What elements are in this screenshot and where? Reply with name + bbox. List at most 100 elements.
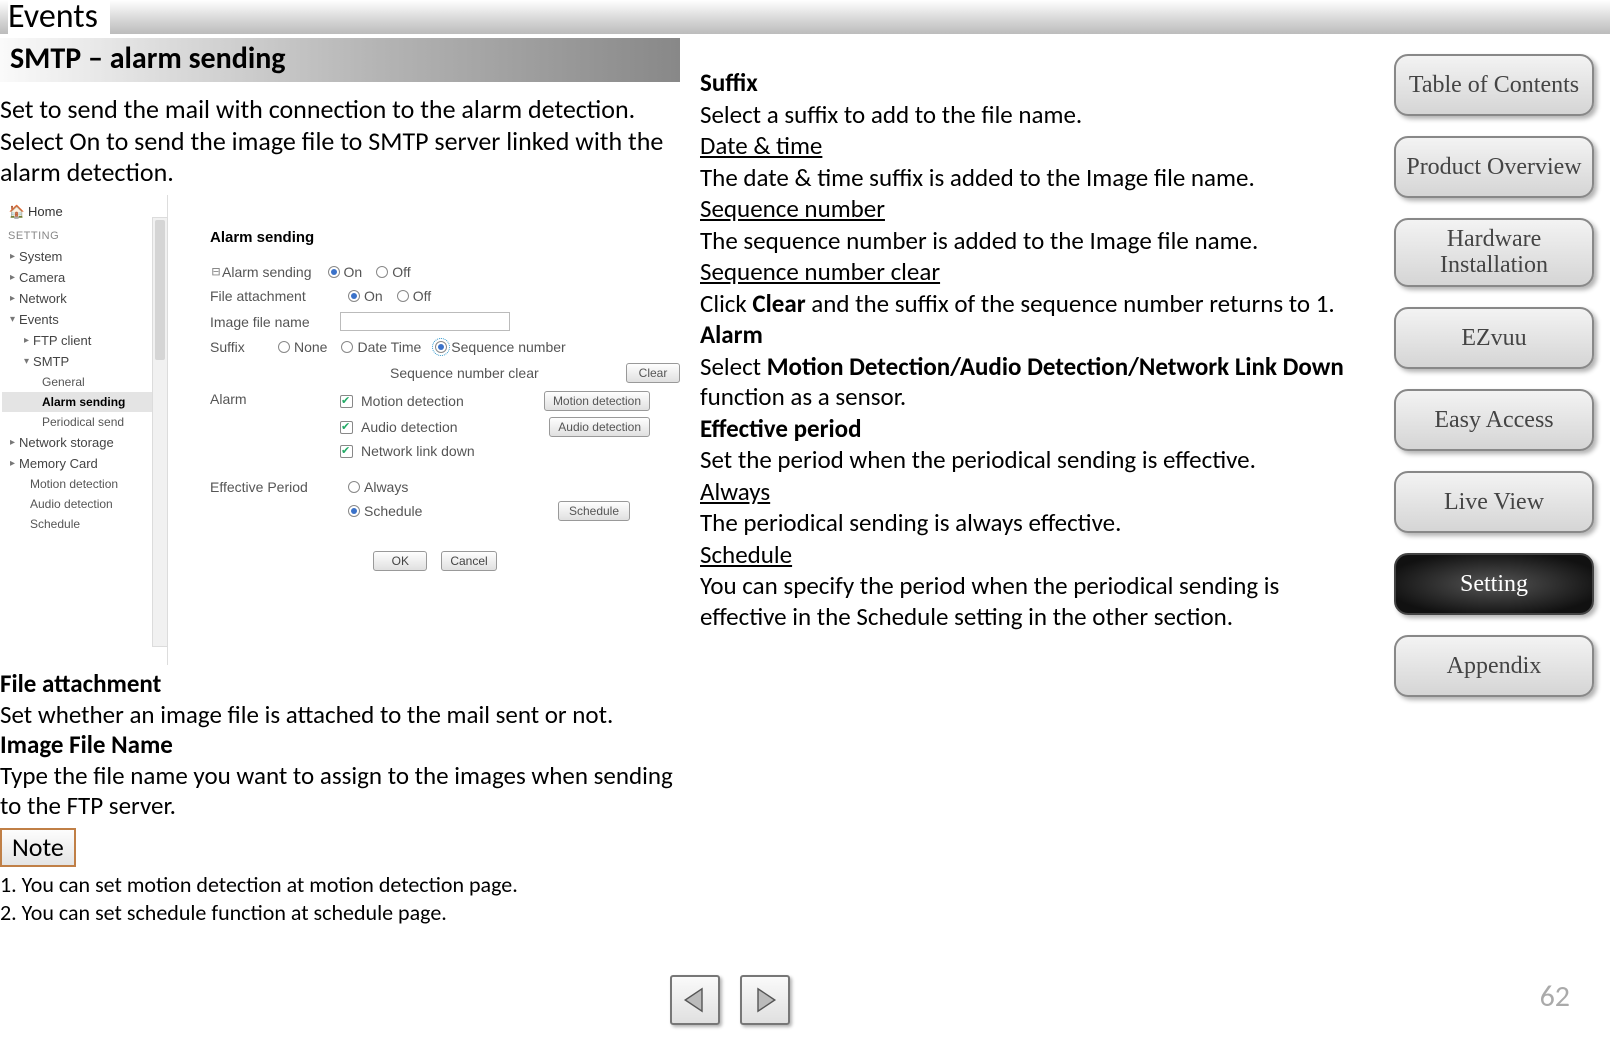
on-label-2: On xyxy=(364,288,383,304)
image-file-name-text: Type the file name you want to assign to… xyxy=(0,761,680,822)
suffix-none-radio[interactable] xyxy=(278,341,290,353)
nav-product-overview[interactable]: Product Overview xyxy=(1394,136,1594,198)
tree-alarm-sending[interactable]: Alarm sending xyxy=(2,392,165,412)
note-1: 1. You can set motion detection at motio… xyxy=(0,871,680,899)
tree-schedule[interactable]: Schedule xyxy=(2,514,165,534)
nav-ezvuu[interactable]: EZvuu xyxy=(1394,307,1594,369)
motion-detection-button[interactable]: Motion detection xyxy=(544,391,650,411)
nav-toc[interactable]: Table of Contents xyxy=(1394,54,1594,116)
alarm-heading: Alarm xyxy=(700,320,1360,351)
netlink-label: Network link down xyxy=(361,443,475,459)
clear-button[interactable]: Clear xyxy=(626,363,680,383)
suffix-seq-radio[interactable] xyxy=(435,341,447,353)
file-attach-off-radio[interactable] xyxy=(397,290,409,302)
file-attachment-text: Set whether an image file is attached to… xyxy=(0,700,680,731)
suffix-datetime-radio[interactable] xyxy=(341,341,353,353)
tree-general[interactable]: General xyxy=(2,372,165,392)
cancel-button[interactable]: Cancel xyxy=(441,551,496,571)
collapse-icon[interactable]: ⊟ xyxy=(210,264,222,280)
tree-periodical[interactable]: Periodical send xyxy=(2,412,165,432)
tree-home[interactable]: 🏠 Home xyxy=(2,201,165,222)
schedule-radio[interactable] xyxy=(348,505,360,517)
tree-events[interactable]: ▾Events xyxy=(2,309,165,330)
file-attachment-label: File attachment xyxy=(210,288,340,304)
off-label-2: Off xyxy=(413,288,431,304)
chevron-right-icon: ▸ xyxy=(10,437,15,448)
always-radio[interactable] xyxy=(348,481,360,493)
alarm-sending-label: Alarm sending xyxy=(222,264,312,280)
schedule-text: You can specify the period when the peri… xyxy=(700,571,1360,632)
suffix-seq-label: Sequence number xyxy=(451,339,565,355)
home-icon: 🏠 xyxy=(10,205,24,219)
effective-period-heading: Effective period xyxy=(700,414,1360,445)
tree-motion-det[interactable]: Motion detection xyxy=(2,474,165,494)
pane-title: Alarm sending xyxy=(210,229,660,246)
alarm-label: Alarm xyxy=(210,391,340,407)
note-button[interactable]: Note xyxy=(0,828,76,868)
tree-audio-det[interactable]: Audio detection xyxy=(2,494,165,514)
chevron-right-icon: ▸ xyxy=(10,458,15,469)
tree-network-label: Network xyxy=(19,291,67,306)
seqnum-text: The sequence number is added to the Imag… xyxy=(700,226,1360,257)
seqclear-subheading: Sequence number clear xyxy=(700,257,940,288)
always-label: Always xyxy=(364,479,408,495)
seqclear-text: Click Clear and the suffix of the sequen… xyxy=(700,289,1360,320)
tree-system-label: System xyxy=(19,249,62,264)
file-attach-on-radio[interactable] xyxy=(348,290,360,302)
audio-checkbox[interactable] xyxy=(340,421,353,434)
suffix-label: Suffix xyxy=(210,339,270,355)
suffix-datetime-label: Date Time xyxy=(357,339,421,355)
chevron-right-icon: ▸ xyxy=(24,335,29,346)
nav-appendix[interactable]: Appendix xyxy=(1394,635,1594,697)
section-header: SMTP – alarm sending xyxy=(0,38,680,82)
chevron-down-icon: ▾ xyxy=(10,314,15,325)
datetime-text: The date & time suffix is added to the I… xyxy=(700,163,1360,194)
tree-camera-label: Camera xyxy=(19,270,65,285)
chevron-right-icon: ▸ xyxy=(10,293,15,304)
schedule-button[interactable]: Schedule xyxy=(558,501,630,521)
tree-net-storage-label: Network storage xyxy=(19,435,114,450)
suffix-text: Select a suffix to add to the file name. xyxy=(700,100,1360,131)
file-attachment-heading: File attachment xyxy=(0,669,680,700)
seq-clear-label: Sequence number clear xyxy=(390,365,539,381)
seqnum-subheading: Sequence number xyxy=(700,194,885,225)
schedule-label: Schedule xyxy=(364,503,422,519)
section-intro: Set to send the mail with connection to … xyxy=(0,82,680,195)
tree-net-storage[interactable]: ▸ Network storage xyxy=(2,432,165,453)
datetime-subheading: Date & time xyxy=(700,131,822,162)
prev-page-button[interactable] xyxy=(670,975,720,1025)
alarm-text: Select Motion Detection/Audio Detection/… xyxy=(700,352,1360,413)
image-file-name-label: Image file name xyxy=(210,314,340,330)
tree-memory-card[interactable]: ▸Memory Card xyxy=(2,453,165,474)
nav-live-view[interactable]: Live View xyxy=(1394,471,1594,533)
tree-sidebar: 🏠Home SETTING ▸System ▸Camera ▸Network ▾… xyxy=(0,195,168,665)
effective-period-label: Effective Period xyxy=(210,479,340,495)
audio-detection-button[interactable]: Audio detection xyxy=(549,417,650,437)
sidebar-scrollbar[interactable] xyxy=(152,217,168,647)
next-page-button[interactable] xyxy=(740,975,790,1025)
arrow-right-icon xyxy=(751,986,779,1014)
alarm-sending-off-radio[interactable] xyxy=(376,266,388,278)
page-title: Events xyxy=(8,0,110,34)
on-label: On xyxy=(344,264,363,280)
nav-setting[interactable]: Setting xyxy=(1394,553,1594,615)
chevron-right-icon: ▸ xyxy=(10,272,15,283)
tree-home-label: Home xyxy=(28,204,63,219)
tree-network[interactable]: ▸ Network xyxy=(2,288,165,309)
netlink-checkbox[interactable] xyxy=(340,445,353,458)
nav-hardware-installation[interactable]: Hardware Installation xyxy=(1394,218,1594,287)
alarm-sending-on-radio[interactable] xyxy=(328,266,340,278)
nav-easy-access[interactable]: Easy Access xyxy=(1394,389,1594,451)
tree-ftp[interactable]: ▸ FTP client xyxy=(2,330,165,351)
tree-system[interactable]: ▸System xyxy=(2,246,165,267)
tree-camera[interactable]: ▸ Camera xyxy=(2,267,165,288)
ok-button[interactable]: OK xyxy=(373,551,427,571)
arrow-left-icon xyxy=(681,986,709,1014)
tree-ftp-label: FTP client xyxy=(33,333,91,348)
always-text: The periodical sending is always effecti… xyxy=(700,508,1360,539)
page-number: 62 xyxy=(1540,978,1570,1015)
tree-smtp[interactable]: ▾SMTP xyxy=(2,351,165,372)
settings-screenshot: 🏠Home SETTING ▸System ▸Camera ▸Network ▾… xyxy=(0,195,670,665)
motion-checkbox[interactable] xyxy=(340,395,353,408)
image-file-name-input[interactable] xyxy=(340,312,510,331)
